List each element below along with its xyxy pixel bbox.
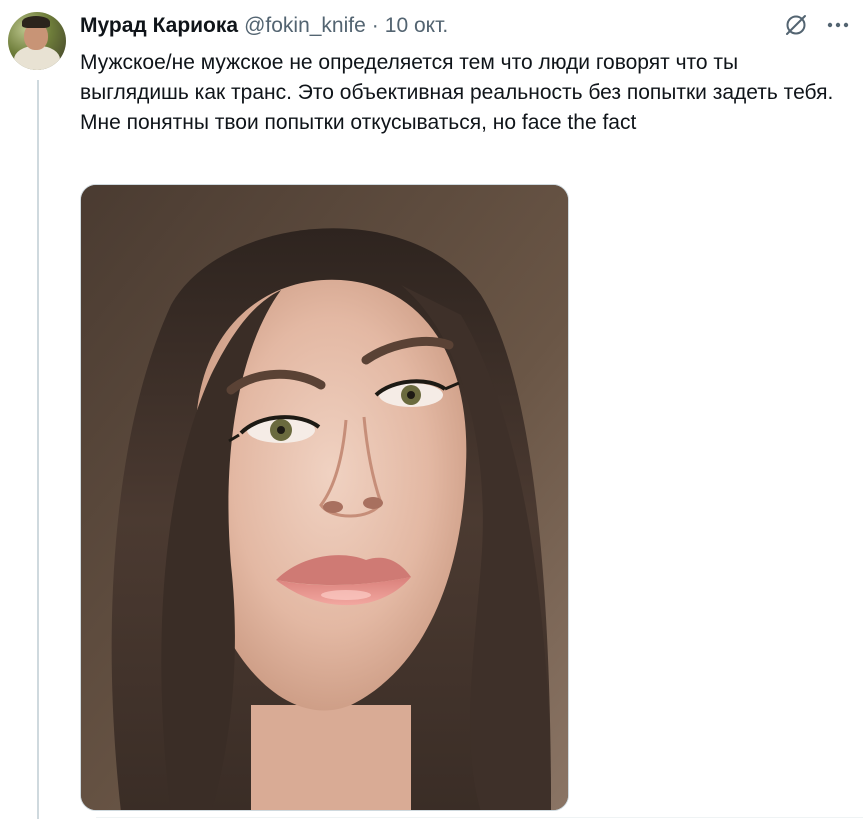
avatar-hat [22,16,50,28]
tweet-header: Мурад Кариока @fokin_knife · 10 окт. [80,14,448,42]
tweet-text-line-2: Мне понятны твои попытки откусываться, н… [80,111,637,134]
thread-line [37,80,39,819]
tweet-photo[interactable] [80,184,569,811]
tweet-date[interactable]: 10 окт. [385,14,448,38]
author-handle[interactable]: @fokin_knife [244,14,366,38]
author-name[interactable]: Мурад Кариока [80,14,238,38]
avatar[interactable] [8,12,66,70]
tweet-actions-top [781,10,853,40]
more-dots-icon[interactable] [823,10,853,40]
selfie-photo-illustration [81,185,568,810]
tweet[interactable]: Мурад Кариока @fokin_knife · 10 окт. Муж… [0,0,863,819]
tweet-text: Мужское/не мужское не определяется тем ч… [80,48,850,138]
slash-circle-icon[interactable] [781,10,811,40]
header-separator: · [371,14,379,37]
tweet-text-line-1: Мужское/не мужское не определяется тем ч… [80,51,834,104]
divider [96,817,863,818]
